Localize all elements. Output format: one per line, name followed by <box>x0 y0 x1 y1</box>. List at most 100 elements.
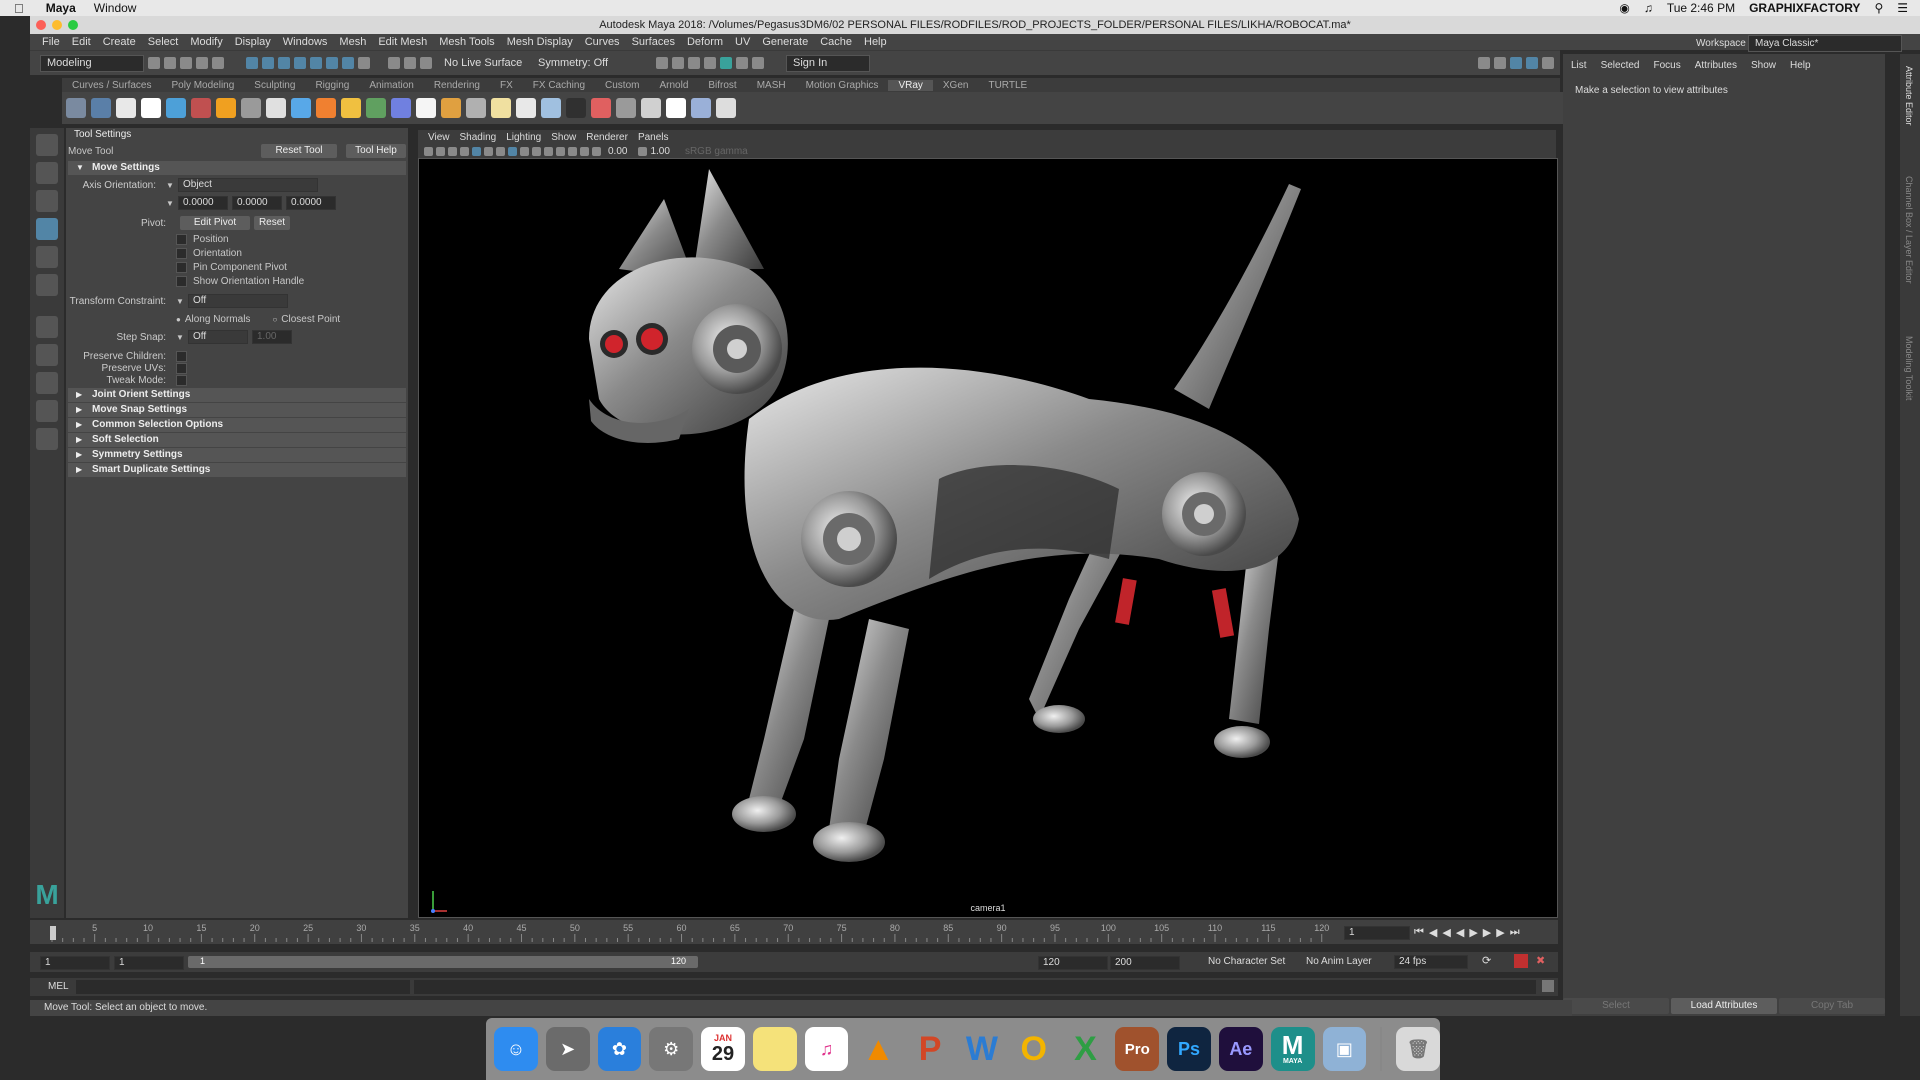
play-forwards-icon[interactable]: ▶ <box>1469 926 1477 939</box>
select-by-hierarchy-icon[interactable] <box>246 57 258 69</box>
step-back-key-icon[interactable]: ◀ <box>1429 926 1437 939</box>
chevron-down-icon[interactable]: ▼ <box>166 199 174 208</box>
graph-editor-layout-icon[interactable] <box>36 428 58 450</box>
show-orientation-handle-checkbox[interactable] <box>176 275 187 287</box>
fps-dropdown[interactable]: 24 fps <box>1394 955 1468 969</box>
attr-nav-show[interactable]: Show <box>1751 60 1776 71</box>
go-to-start-icon[interactable]: ⏮ <box>1414 926 1424 939</box>
selection-mask-icon[interactable] <box>294 57 306 69</box>
range-start-field[interactable]: 1 <box>114 956 184 970</box>
menu-cache[interactable]: Cache <box>820 36 852 48</box>
section-move-snap-settings[interactable]: Move Snap Settings <box>68 403 406 417</box>
play-backwards-icon[interactable]: ◀ <box>1456 926 1464 939</box>
vray-shelf-icon-9[interactable] <box>266 98 286 118</box>
scale-tool-icon[interactable] <box>36 274 58 296</box>
apple-icon[interactable]:  <box>14 1 24 16</box>
menu-set-dropdown[interactable]: Modeling <box>40 54 144 72</box>
vray-shelf-icon-7[interactable] <box>216 98 236 118</box>
lasso-tool-icon[interactable] <box>36 162 58 184</box>
menu-display[interactable]: Display <box>235 36 271 48</box>
command-input[interactable] <box>76 980 410 994</box>
shelf-tab-motion-graphics[interactable]: Motion Graphics <box>796 80 889 91</box>
select-by-object-icon[interactable] <box>262 57 274 69</box>
tool-help-button[interactable]: Tool Help <box>346 144 406 158</box>
viewport-menu-view[interactable]: View <box>428 132 450 143</box>
select-tool-icon[interactable] <box>36 134 58 156</box>
vray-shelf-icon-19[interactable] <box>516 98 536 118</box>
menu-deform[interactable]: Deform <box>687 36 723 48</box>
axis-y-field[interactable]: 0.0000 <box>232 196 282 210</box>
redo-icon[interactable] <box>212 57 224 69</box>
pause-icon[interactable] <box>752 57 764 69</box>
shelf-tab-mash[interactable]: MASH <box>747 80 796 91</box>
range-slider-bar[interactable]: 1 120 <box>188 956 698 968</box>
axis-orientation-dropdown[interactable]: Object <box>178 178 318 192</box>
viewport-menu-shading[interactable]: Shading <box>460 132 497 143</box>
vray-shelf-icon-21[interactable] <box>566 98 586 118</box>
menu-mesh-display[interactable]: Mesh Display <box>507 36 573 48</box>
safari-icon[interactable]: ✿ <box>597 1027 642 1071</box>
preview-icon[interactable]: ▣ <box>1322 1027 1367 1071</box>
vray-shelf-icon-20[interactable] <box>541 98 561 118</box>
attr-nav-list[interactable]: List <box>1571 60 1587 71</box>
macos-app-menu[interactable]: Maya <box>46 1 76 15</box>
paint-select-tool-icon[interactable] <box>36 190 58 212</box>
chevron-down-icon[interactable]: ▼ <box>176 297 188 306</box>
section-symmetry-settings[interactable]: Symmetry Settings <box>68 448 406 462</box>
notes-icon[interactable] <box>752 1027 797 1071</box>
modeling-toolkit-icon[interactable] <box>1478 57 1490 69</box>
menu-edit-mesh[interactable]: Edit Mesh <box>378 36 427 48</box>
finder-icon[interactable]: ☺ <box>494 1027 538 1071</box>
menu-modify[interactable]: Modify <box>190 36 222 48</box>
output-ops-icon[interactable] <box>420 57 432 69</box>
shadows-icon[interactable] <box>556 146 565 156</box>
chevron-down-icon[interactable]: ▼ <box>166 181 178 190</box>
step-forward-key-icon[interactable]: ▶ <box>1496 926 1504 939</box>
wifi-icon[interactable]: ◉ <box>1619 1 1629 15</box>
viewport-menu-renderer[interactable]: Renderer <box>586 132 628 143</box>
lock-icon[interactable] <box>358 57 370 69</box>
attr-nav-attributes[interactable]: Attributes <box>1695 60 1737 71</box>
shelf-tab-arnold[interactable]: Arnold <box>649 80 698 91</box>
shelf-tab-fx[interactable]: FX <box>490 80 523 91</box>
render-view-icon[interactable] <box>656 57 668 69</box>
xray-icon[interactable] <box>568 146 577 156</box>
open-scene-icon[interactable] <box>164 57 176 69</box>
two-pane-layout-icon[interactable] <box>36 372 58 394</box>
menu-curves[interactable]: Curves <box>585 36 620 48</box>
orientation-checkbox[interactable] <box>176 247 187 259</box>
render-frame-icon[interactable] <box>672 57 684 69</box>
menu-mesh-tools[interactable]: Mesh Tools <box>439 36 494 48</box>
macos-window-menu[interactable]: Window <box>94 1 137 15</box>
vray-shelf-icon-14[interactable] <box>391 98 411 118</box>
workspace-dropdown[interactable]: Maya Classic* <box>1748 35 1902 52</box>
smooth-shade-icon[interactable] <box>520 146 529 156</box>
gamma-field[interactable]: 1.00 <box>650 146 669 157</box>
reset-pivot-button[interactable]: Reset <box>254 216 290 230</box>
attr-nav-focus[interactable]: Focus <box>1653 60 1680 71</box>
construction-history-icon[interactable] <box>404 57 416 69</box>
shelf-tab-custom[interactable]: Custom <box>595 80 649 91</box>
vray-shelf-icon-23[interactable] <box>616 98 636 118</box>
render-settings-icon[interactable] <box>704 57 716 69</box>
shelf-tab-curves-surfaces[interactable]: Curves / Surfaces <box>62 80 161 91</box>
image-plane-icon[interactable] <box>460 146 469 156</box>
closest-point-radio[interactable]: ○ <box>272 315 277 324</box>
vray-shelf-icon-17[interactable] <box>466 98 486 118</box>
vray-shelf-icon-8[interactable] <box>241 98 261 118</box>
current-frame-field[interactable]: 1 <box>1344 926 1410 940</box>
save-scene-icon[interactable] <box>180 57 192 69</box>
snap-curve-icon[interactable] <box>326 57 338 69</box>
section-common-selection-options[interactable]: Common Selection Options <box>68 418 406 432</box>
vray-shelf-icon-12[interactable] <box>341 98 361 118</box>
mel-label[interactable]: MEL <box>48 981 69 992</box>
vray-shelf-icon-6[interactable] <box>191 98 211 118</box>
snap-point-icon[interactable] <box>342 57 354 69</box>
snap-grid-icon[interactable] <box>310 57 322 69</box>
anim-start-field[interactable]: 1 <box>40 956 110 970</box>
vray-shelf-icon-13[interactable] <box>366 98 386 118</box>
resolution-gate-icon[interactable] <box>496 146 505 156</box>
section-smart-duplicate-settings[interactable]: Smart Duplicate Settings <box>68 463 406 477</box>
itunes-icon[interactable]: ♫ <box>804 1027 849 1071</box>
chevron-down-icon[interactable]: ▼ <box>176 333 188 342</box>
